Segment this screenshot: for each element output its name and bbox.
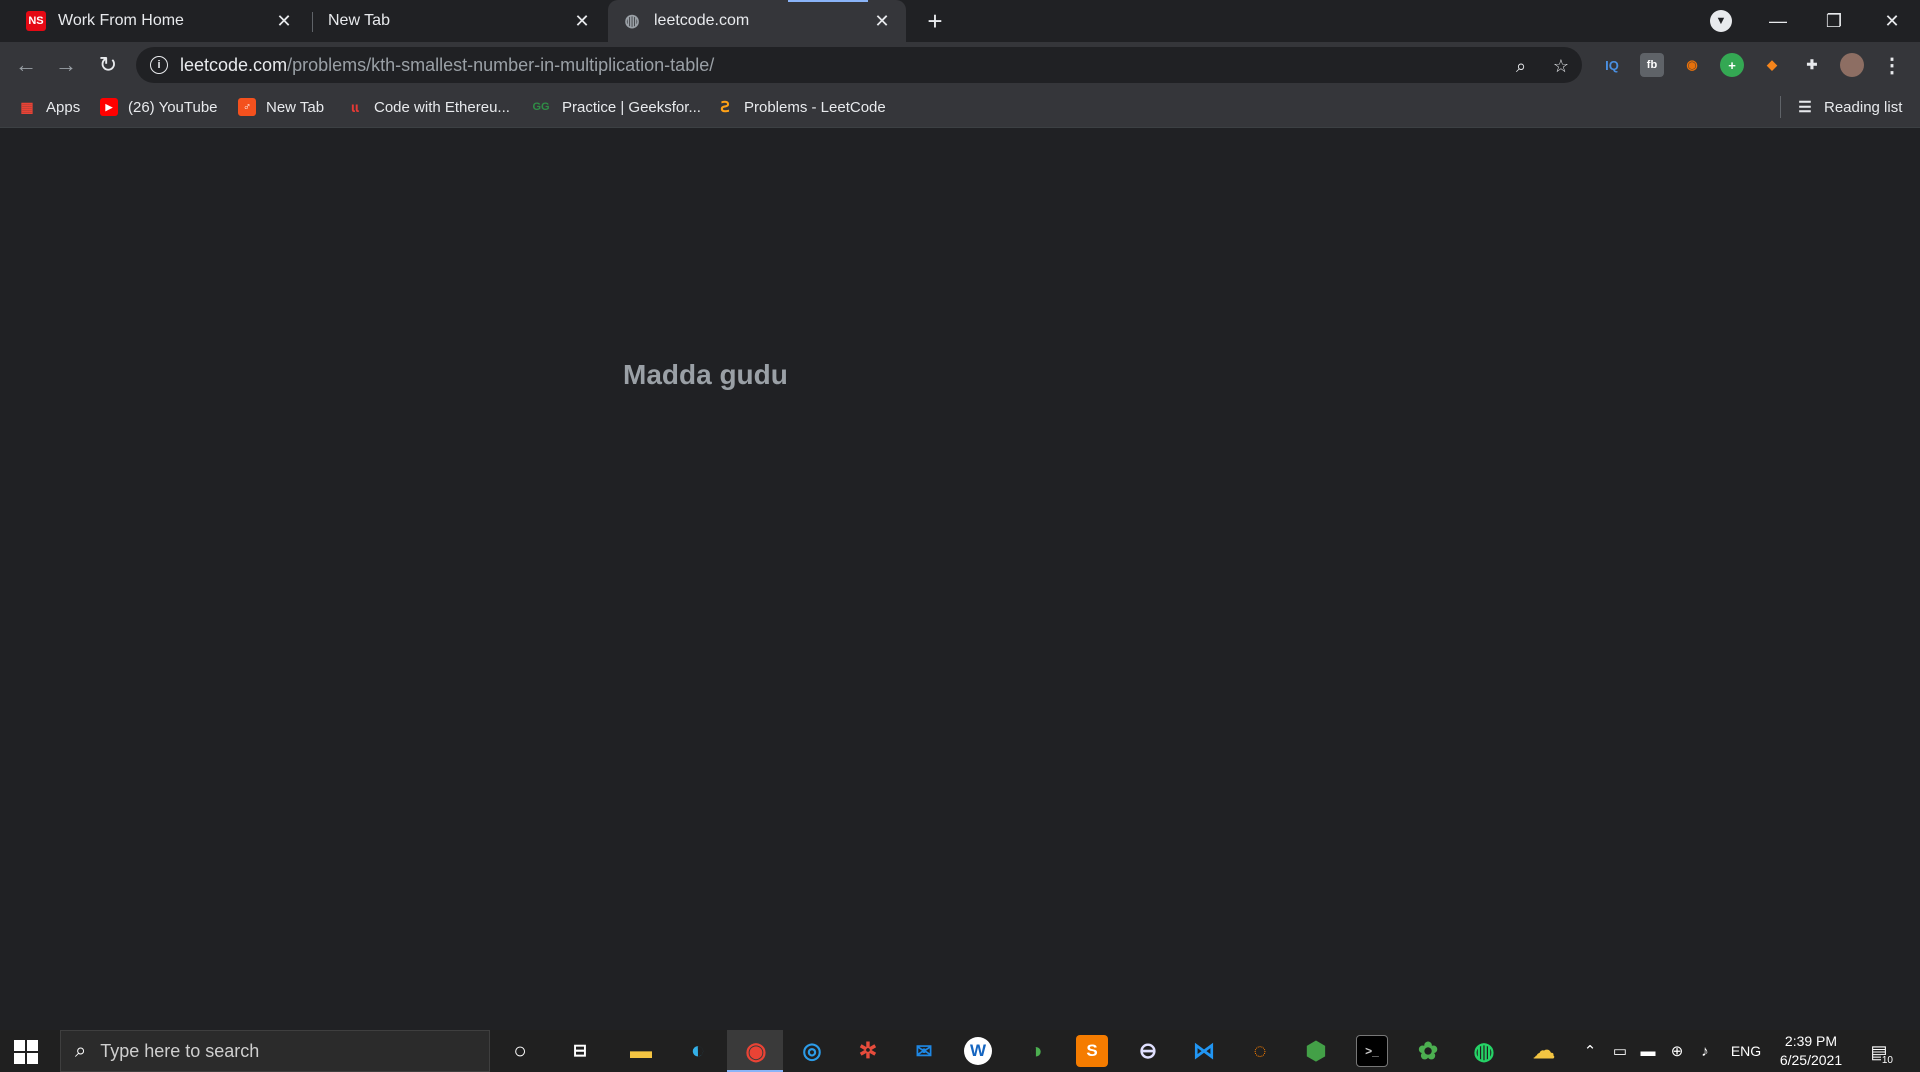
clock-date: 6/25/2021: [1779, 1052, 1843, 1068]
extension-icon[interactable]: fb: [1640, 53, 1664, 77]
network-globe-icon[interactable]: ⊕: [1666, 1040, 1688, 1062]
bookmark-apps[interactable]: ▦ Apps: [18, 88, 80, 126]
task-view-icon[interactable]: ⊟: [564, 1035, 596, 1067]
metamask-icon[interactable]: ◆: [1760, 53, 1784, 77]
windows-start-icon[interactable]: [14, 1040, 38, 1064]
globe-icon: ◍: [624, 11, 640, 30]
whatsapp-icon[interactable]: ◍: [1468, 1035, 1500, 1067]
tab-title: leetcode.com: [654, 12, 750, 29]
volume-icon[interactable]: ♪: [1694, 1040, 1716, 1062]
url-text[interactable]: leetcode.com/problems/kth-smallest-numbe…: [180, 55, 714, 76]
terminal-icon[interactable]: >_: [1356, 1035, 1388, 1067]
chrome-icon[interactable]: ◉: [740, 1035, 772, 1067]
nodejs-icon[interactable]: ⬢: [1300, 1035, 1332, 1067]
cortana-icon[interactable]: ○: [504, 1035, 536, 1067]
tab-title: Work From Home: [58, 12, 184, 29]
reload-icon[interactable]: ↻: [92, 49, 124, 81]
page-message: Madda gudu: [623, 359, 788, 390]
menu-icon[interactable]: ⋮: [1880, 53, 1904, 77]
bookmarks-divider: [1780, 96, 1781, 118]
notification-center-icon[interactable]: ▤ 10: [1864, 1038, 1894, 1066]
url-path: /problems/kth-smallest-number-in-multipl…: [287, 54, 715, 75]
battery-icon[interactable]: ▬: [1636, 1040, 1660, 1062]
chatgpt-like-icon[interactable]: ✿: [1412, 1035, 1444, 1067]
network-app-icon[interactable]: ✲: [852, 1035, 884, 1067]
camera-icon[interactable]: ▭: [1610, 1040, 1630, 1062]
chevron-up-icon[interactable]: ⌃: [1580, 1040, 1600, 1062]
info-icon[interactable]: i: [150, 56, 168, 74]
reading-list-button[interactable]: ☰ Reading list: [1796, 88, 1902, 126]
windows-taskbar: ⌕ Type here to search ○ ⊟ ▬ ◐ ◉ ◎ ✲ ✉ W …: [0, 1030, 1920, 1072]
tab-work-from-home[interactable]: NS Work From Home ✕: [12, 0, 308, 42]
bookmarks-bar: ▦ Apps ▶ (26) YouTube ♂ New Tab ɩɩ Code …: [0, 88, 1920, 128]
url-host: leetcode.com: [180, 54, 288, 75]
file-explorer-icon[interactable]: ▬: [625, 1035, 657, 1067]
address-bar[interactable]: i leetcode.com/problems/kth-smallest-num…: [136, 47, 1582, 83]
extension-icon[interactable]: ◉: [1680, 53, 1704, 77]
vscode-icon[interactable]: ⋈: [1188, 1035, 1220, 1067]
new-tab-bookmark-icon: ♂: [238, 98, 256, 116]
tab-strip: NS Work From Home ✕ New Tab ✕ ◍ leetcode…: [0, 0, 1920, 42]
netflix-icon: NS: [26, 11, 46, 31]
tab-leetcode[interactable]: ◍ leetcode.com ✕: [608, 0, 906, 42]
bookmark-youtube[interactable]: ▶ (26) YouTube: [100, 88, 218, 126]
notification-count: 10: [1880, 1055, 1894, 1066]
plus-extension-icon[interactable]: +: [1720, 53, 1744, 77]
weather-icon[interactable]: ☁: [1528, 1035, 1560, 1067]
extensions-puzzle-icon[interactable]: ✚: [1800, 53, 1824, 77]
edge-icon[interactable]: ◐: [682, 1035, 714, 1067]
eclipse-icon[interactable]: ⊖: [1132, 1035, 1164, 1067]
taskbar-search-box[interactable]: ⌕ Type here to search: [60, 1030, 490, 1072]
sublime-text-icon[interactable]: S: [1076, 1035, 1108, 1067]
search-icon: ⌕: [75, 1039, 87, 1062]
browser-toolbar: ← → ↻ i leetcode.com/problems/kth-smalle…: [0, 42, 1920, 88]
tab-title: New Tab: [328, 12, 390, 29]
mail-icon[interactable]: ✉: [908, 1035, 940, 1067]
bookmark-code-with-ethereum[interactable]: ɩɩ Code with Ethereu...: [346, 88, 510, 126]
search-placeholder: Type here to search: [100, 1040, 260, 1061]
clock-time: 2:39 PM: [1784, 1033, 1838, 1049]
geeksforgeeks-icon: GG: [532, 101, 550, 113]
bookmark-new-tab[interactable]: ♂ New Tab: [238, 88, 324, 126]
close-icon[interactable]: ✕: [274, 11, 294, 31]
bookmark-label: Practice | Geeksfor...: [562, 98, 701, 116]
language-indicator[interactable]: ENG: [1726, 1040, 1766, 1062]
leetcode-icon: Ꙅ: [720, 99, 730, 116]
close-icon[interactable]: ✕: [872, 11, 892, 31]
zoom-icon[interactable]: ⌕: [1510, 55, 1532, 77]
bookmark-label: Code with Ethereu...: [374, 98, 510, 116]
jupyter-icon[interactable]: ◌: [1244, 1035, 1276, 1067]
tab-new-tab[interactable]: New Tab ✕: [310, 0, 606, 42]
bookmark-leetcode[interactable]: Ꙅ Problems - LeetCode: [716, 88, 886, 126]
loading-indicator: [788, 0, 868, 2]
page-content: Madda gudu: [0, 129, 1920, 1030]
bookmark-label: New Tab: [266, 98, 325, 116]
youtube-icon: ▶: [100, 98, 118, 116]
safari-compass-icon[interactable]: ◎: [796, 1035, 828, 1067]
minimize-button[interactable]: —: [1750, 0, 1806, 42]
bookmark-label: Problems - LeetCode: [744, 98, 886, 116]
forward-arrow-icon[interactable]: →: [50, 49, 82, 81]
reading-list-label: Reading list: [1824, 98, 1903, 116]
reading-list-icon: ☰: [1798, 99, 1812, 116]
system-clock[interactable]: 2:39 PM 6/25/2021: [1776, 1032, 1846, 1070]
new-tab-button[interactable]: +: [920, 6, 950, 36]
bookmark-label: Apps: [46, 98, 81, 116]
tab-search-icon[interactable]: ▼: [1710, 10, 1732, 32]
bookmark-geeksforgeeks[interactable]: GG Practice | Geeksfor...: [530, 88, 701, 126]
apps-grid-icon: ▦: [20, 98, 34, 115]
back-arrow-icon[interactable]: ←: [10, 49, 42, 81]
window-close-button[interactable]: ✕: [1864, 0, 1920, 42]
iq-extension-icon[interactable]: IQ: [1600, 53, 1624, 77]
restore-button[interactable]: ❐: [1806, 0, 1862, 42]
bookmark-label: (26) YouTube: [128, 98, 218, 116]
ethereum-course-icon: ɩɩ: [351, 99, 359, 115]
word-icon[interactable]: W: [964, 1037, 992, 1065]
globe-app-icon[interactable]: ◑: [1020, 1035, 1052, 1067]
close-icon[interactable]: ✕: [572, 11, 592, 31]
profile-avatar[interactable]: [1840, 53, 1864, 77]
bookmark-star-icon[interactable]: ☆: [1550, 55, 1572, 77]
